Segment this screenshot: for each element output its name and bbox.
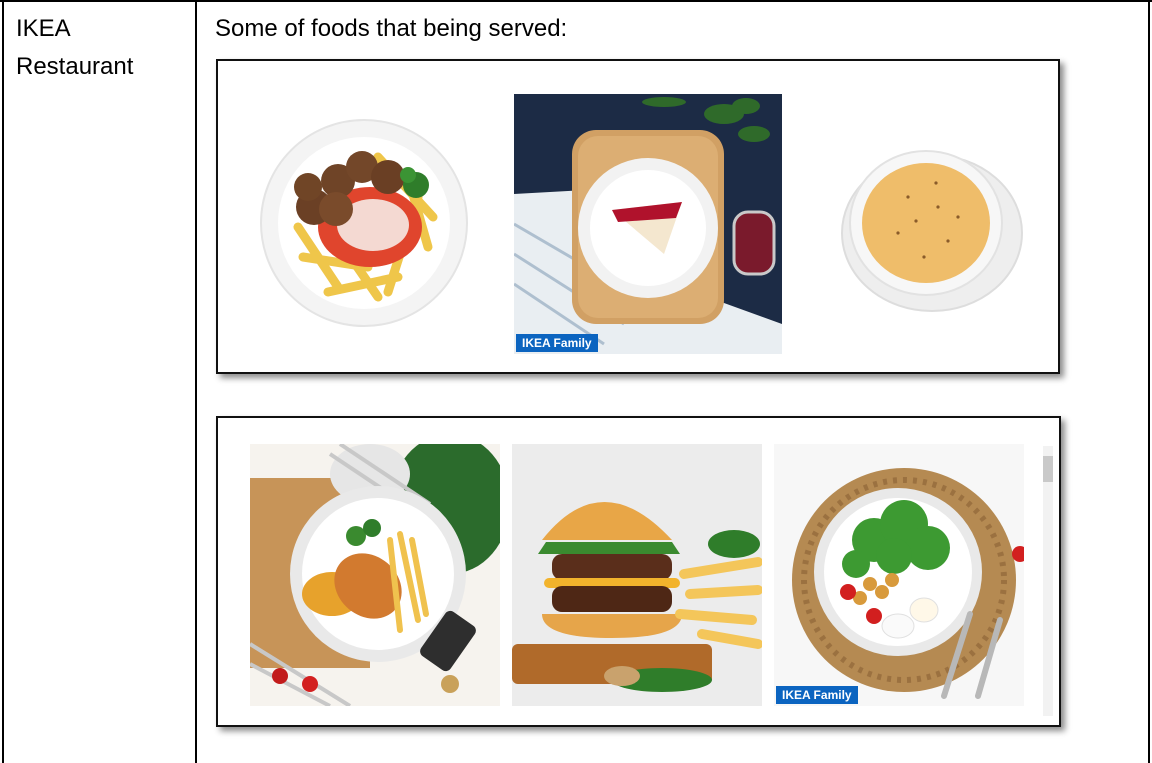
document-page: IKEA Restaurant Some of foods that being… <box>0 0 1152 763</box>
ikea-family-badge: IKEA Family <box>776 686 858 704</box>
image-scrollbar-thumb[interactable] <box>1043 456 1053 482</box>
left-cell: IKEA Restaurant <box>16 10 133 86</box>
salad-plate-icon: IKEA Family <box>774 444 1024 706</box>
food-image-panel-2: IKEA Family <box>216 416 1061 727</box>
table-column-divider <box>195 0 197 763</box>
food-image-panel-1: IKEA Family <box>216 59 1060 374</box>
image-scrollbar-track[interactable] <box>1043 446 1053 716</box>
table-left-border <box>2 0 4 763</box>
left-cell-line1: IKEA <box>16 15 71 42</box>
table-right-border <box>1148 0 1150 763</box>
soup-bowl-icon <box>838 137 1026 313</box>
table-top-border <box>0 0 1152 2</box>
fried-fish-fries-icon <box>250 444 500 706</box>
ikea-family-badge: IKEA Family <box>516 334 598 352</box>
burger-fries-icon <box>512 444 762 706</box>
cheesecake-icon: IKEA Family <box>514 94 782 354</box>
right-cell-heading: Some of foods that being served: <box>215 15 568 42</box>
meatballs-pasta-icon <box>258 117 470 329</box>
left-cell-line2: Restaurant <box>16 53 134 80</box>
